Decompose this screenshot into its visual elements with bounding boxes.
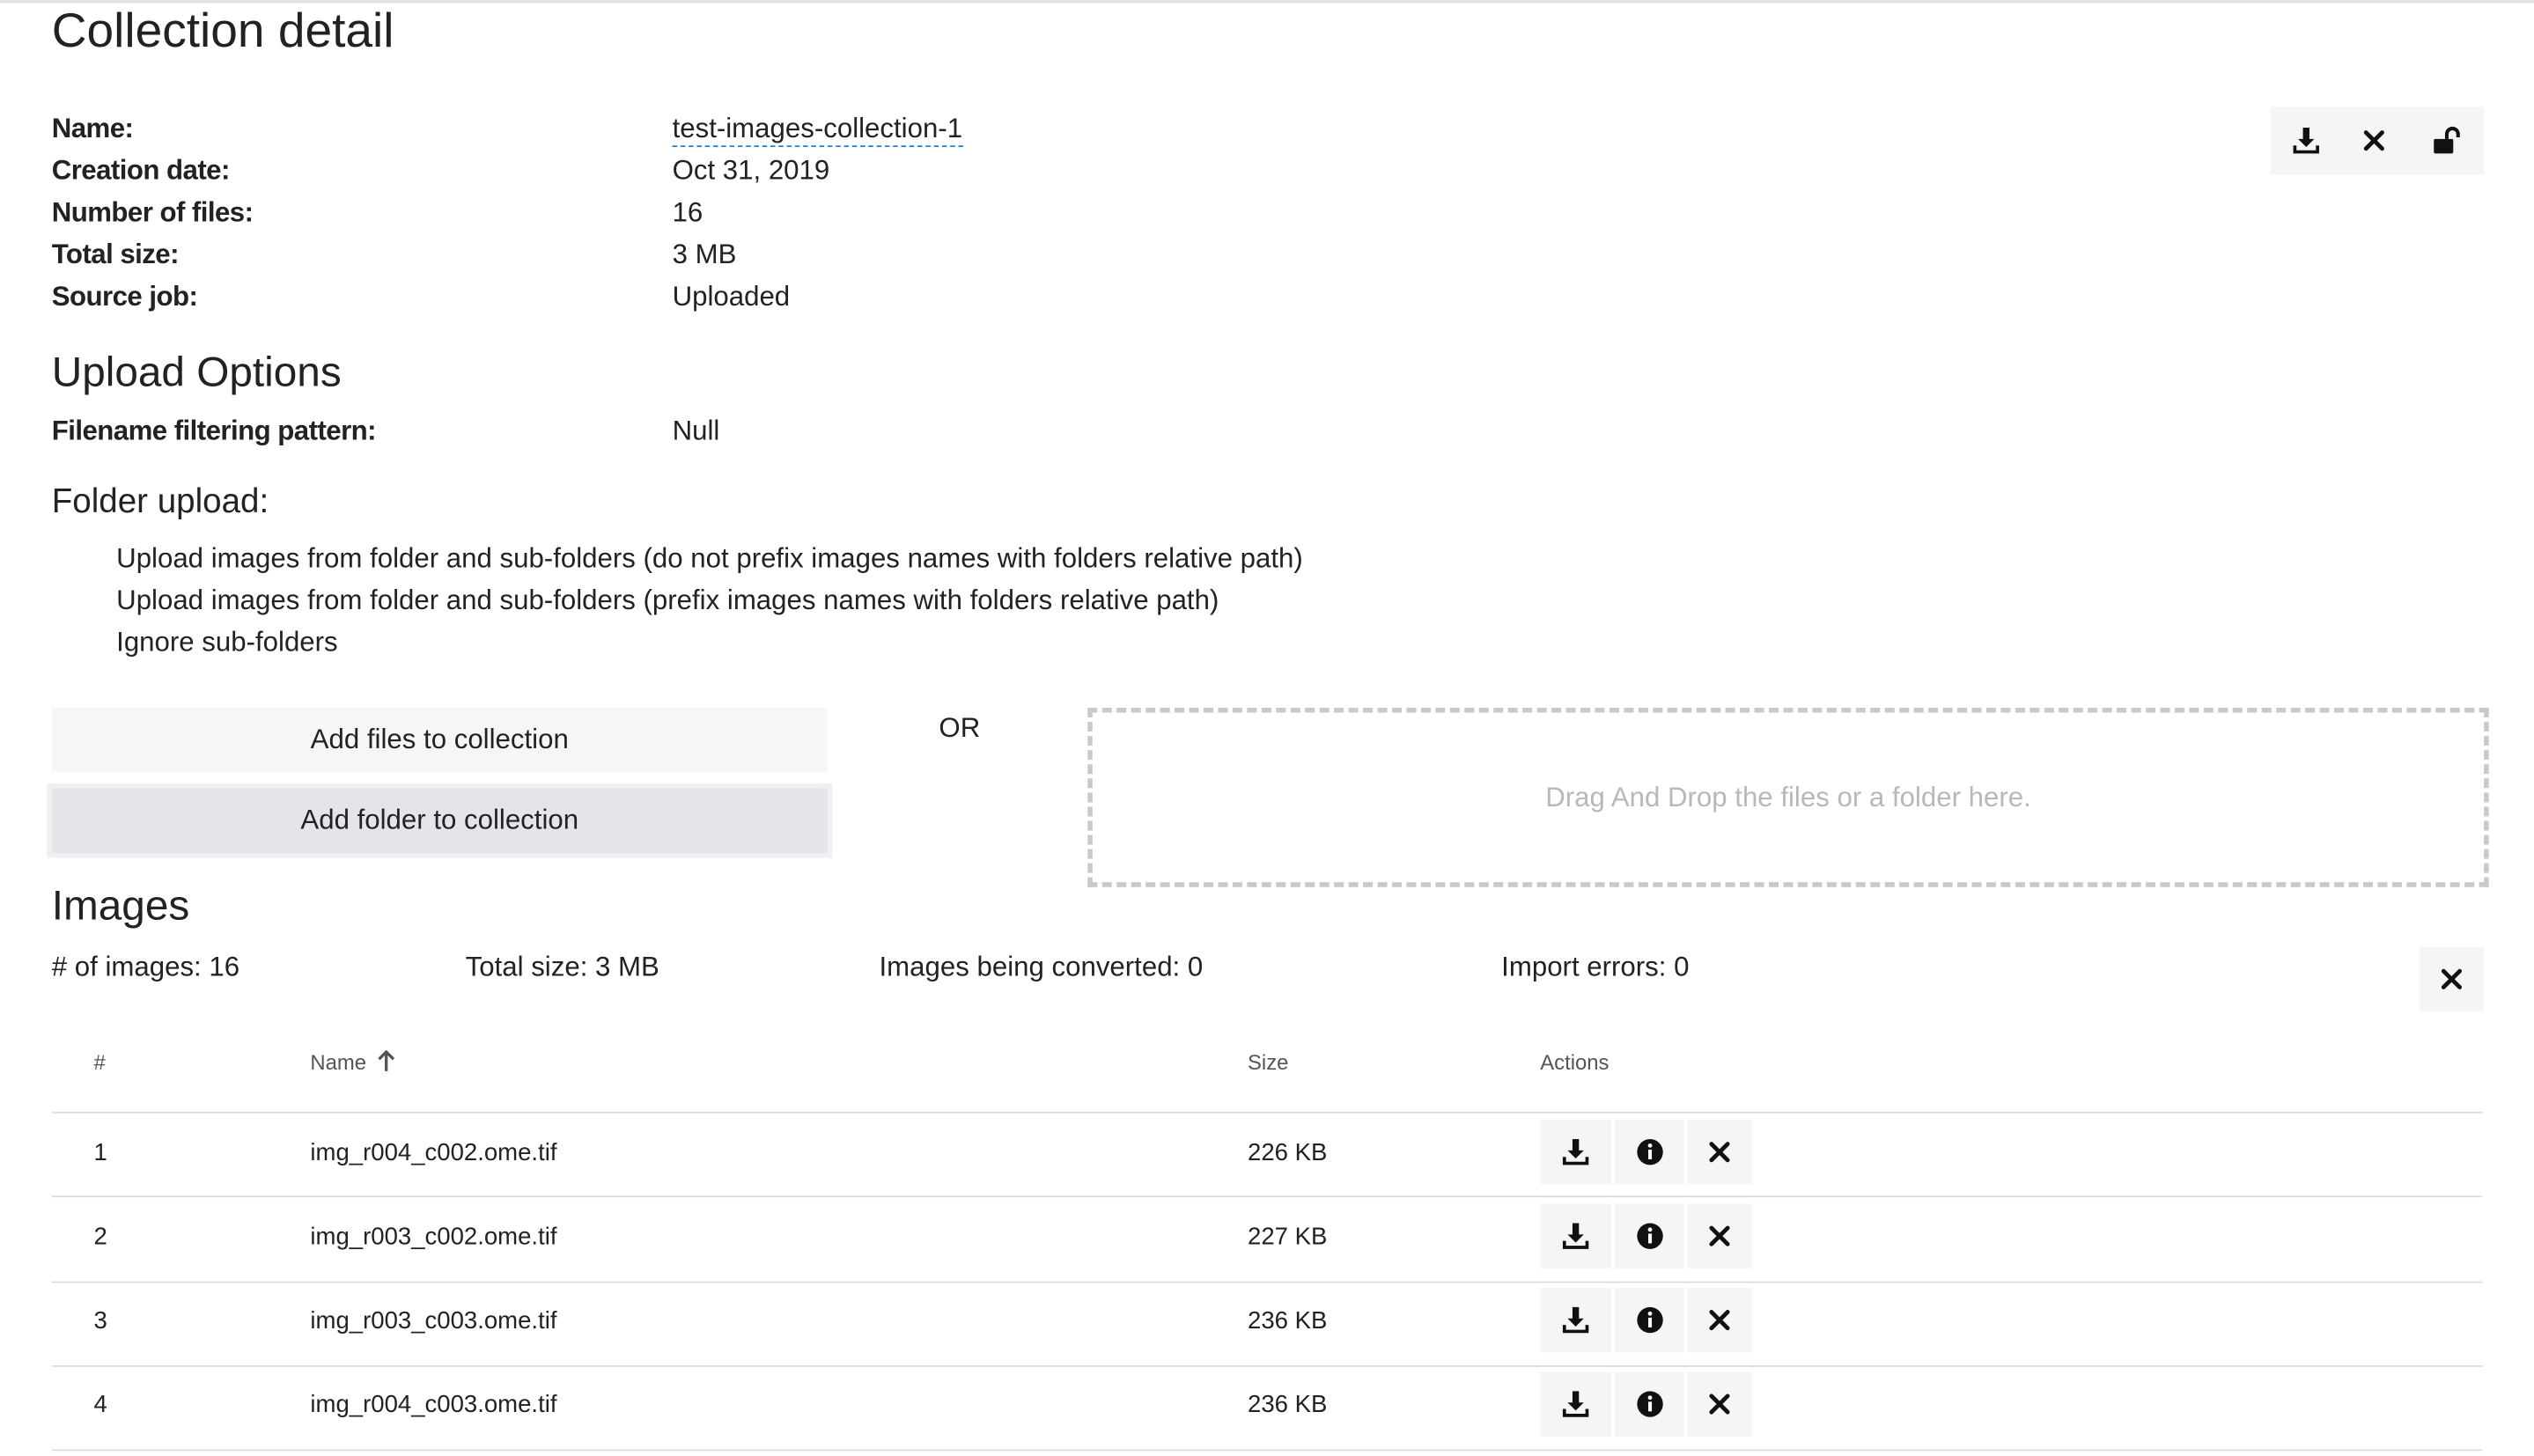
row-name: img_r003_c002.ome.tif [310, 1223, 557, 1251]
row-divider [51, 1281, 2483, 1283]
column-index-header: # [93, 1050, 106, 1075]
number-of-files-value: 16 [672, 196, 703, 228]
download-collection-button[interactable] [2270, 107, 2340, 175]
row-index: 4 [93, 1391, 107, 1419]
close-icon [2441, 968, 2463, 989]
close-icon [1709, 1225, 1730, 1246]
page-title: Collection detail [51, 4, 394, 59]
table-header-divider [51, 1111, 2483, 1114]
info-icon [1636, 1306, 1662, 1334]
row-divider [51, 1195, 2483, 1198]
number-of-files-label: Number of files: [51, 196, 254, 228]
info-icon [1636, 1391, 1662, 1417]
collection-name-editable[interactable]: test-images-collection-1 [672, 113, 963, 148]
filename-filter-value: Null [672, 415, 720, 446]
source-job-value: Uploaded [672, 281, 791, 313]
row-divider [51, 1364, 2483, 1367]
download-icon [1562, 1306, 1589, 1334]
row-delete-button[interactable] [1687, 1203, 1752, 1268]
close-icon [1709, 1393, 1730, 1415]
row-info-button[interactable] [1614, 1203, 1684, 1268]
clear-images-button[interactable] [2419, 946, 2485, 1012]
row-download-button[interactable] [1540, 1371, 1611, 1437]
row-size: 236 KB [1248, 1391, 1328, 1419]
row-index: 1 [93, 1139, 107, 1167]
images-title: Images [51, 880, 190, 930]
total-size-value: 3 MB [672, 239, 737, 270]
row-info-button[interactable] [1614, 1371, 1684, 1437]
image-count: # of images: 16 [51, 952, 240, 982]
add-folder-button[interactable]: Add folder to collection [51, 788, 828, 854]
upload-options-title: Upload Options [51, 347, 342, 396]
row-delete-button[interactable] [1687, 1371, 1752, 1437]
column-actions-header: Actions [1540, 1050, 1610, 1075]
download-icon [1562, 1223, 1589, 1249]
download-icon [1562, 1391, 1589, 1417]
download-icon [2292, 128, 2319, 154]
add-files-button[interactable]: Add files to collection [51, 707, 828, 773]
row-download-button[interactable] [1540, 1287, 1611, 1353]
row-info-button[interactable] [1614, 1120, 1684, 1185]
info-icon [1636, 1139, 1662, 1166]
delete-collection-button[interactable] [2339, 107, 2408, 175]
close-icon [1709, 1310, 1730, 1331]
drop-zone[interactable]: Drag And Drop the files or a folder here… [1087, 707, 2489, 887]
folder-option-no-prefix[interactable]: Upload images from folder and sub-folder… [116, 543, 1303, 576]
or-separator: OR [939, 712, 981, 744]
row-delete-button[interactable] [1687, 1287, 1752, 1353]
row-index: 3 [93, 1306, 107, 1335]
row-size: 236 KB [1248, 1306, 1328, 1335]
column-name-header[interactable]: Name [310, 1049, 396, 1075]
unlock-icon [2433, 126, 2459, 154]
row-size: 226 KB [1248, 1139, 1328, 1167]
folder-option-prefix[interactable]: Upload images from folder and sub-folder… [116, 585, 1219, 617]
row-name: img_r004_c002.ome.tif [310, 1139, 557, 1167]
row-index: 2 [93, 1223, 107, 1251]
column-name-label: Name [310, 1050, 367, 1075]
arrow-up-icon [378, 1049, 395, 1071]
creation-date-label: Creation date: [51, 155, 231, 187]
drop-zone-text: Drag And Drop the files or a folder here… [1545, 781, 2031, 813]
row-name: img_r003_c003.ome.tif [310, 1306, 557, 1335]
creation-date-value: Oct 31, 2019 [672, 155, 830, 187]
source-job-label: Source job: [51, 281, 198, 313]
folder-upload-title: Folder upload: [51, 482, 269, 521]
images-total-size: Total size: 3 MB [465, 952, 659, 982]
row-name: img_r004_c003.ome.tif [310, 1391, 557, 1419]
lock-toggle-button[interactable] [2407, 107, 2485, 175]
import-errors: Import errors: 0 [1501, 952, 1690, 982]
download-icon [1562, 1139, 1589, 1166]
row-delete-button[interactable] [1687, 1120, 1752, 1185]
close-icon [1709, 1142, 1730, 1163]
row-size: 227 KB [1248, 1223, 1328, 1251]
row-download-button[interactable] [1540, 1120, 1611, 1185]
row-info-button[interactable] [1614, 1287, 1684, 1353]
folder-option-ignore[interactable]: Ignore sub-folders [116, 627, 338, 659]
row-download-button[interactable] [1540, 1203, 1611, 1268]
name-label: Name: [51, 113, 134, 144]
row-divider [51, 1449, 2483, 1452]
filename-filter-label: Filename filtering pattern: [51, 415, 377, 446]
images-converting: Images being converted: 0 [879, 952, 1204, 982]
column-size-header: Size [1248, 1050, 1289, 1075]
total-size-label: Total size: [51, 239, 180, 270]
close-icon [2363, 130, 2384, 151]
info-icon [1636, 1223, 1662, 1249]
